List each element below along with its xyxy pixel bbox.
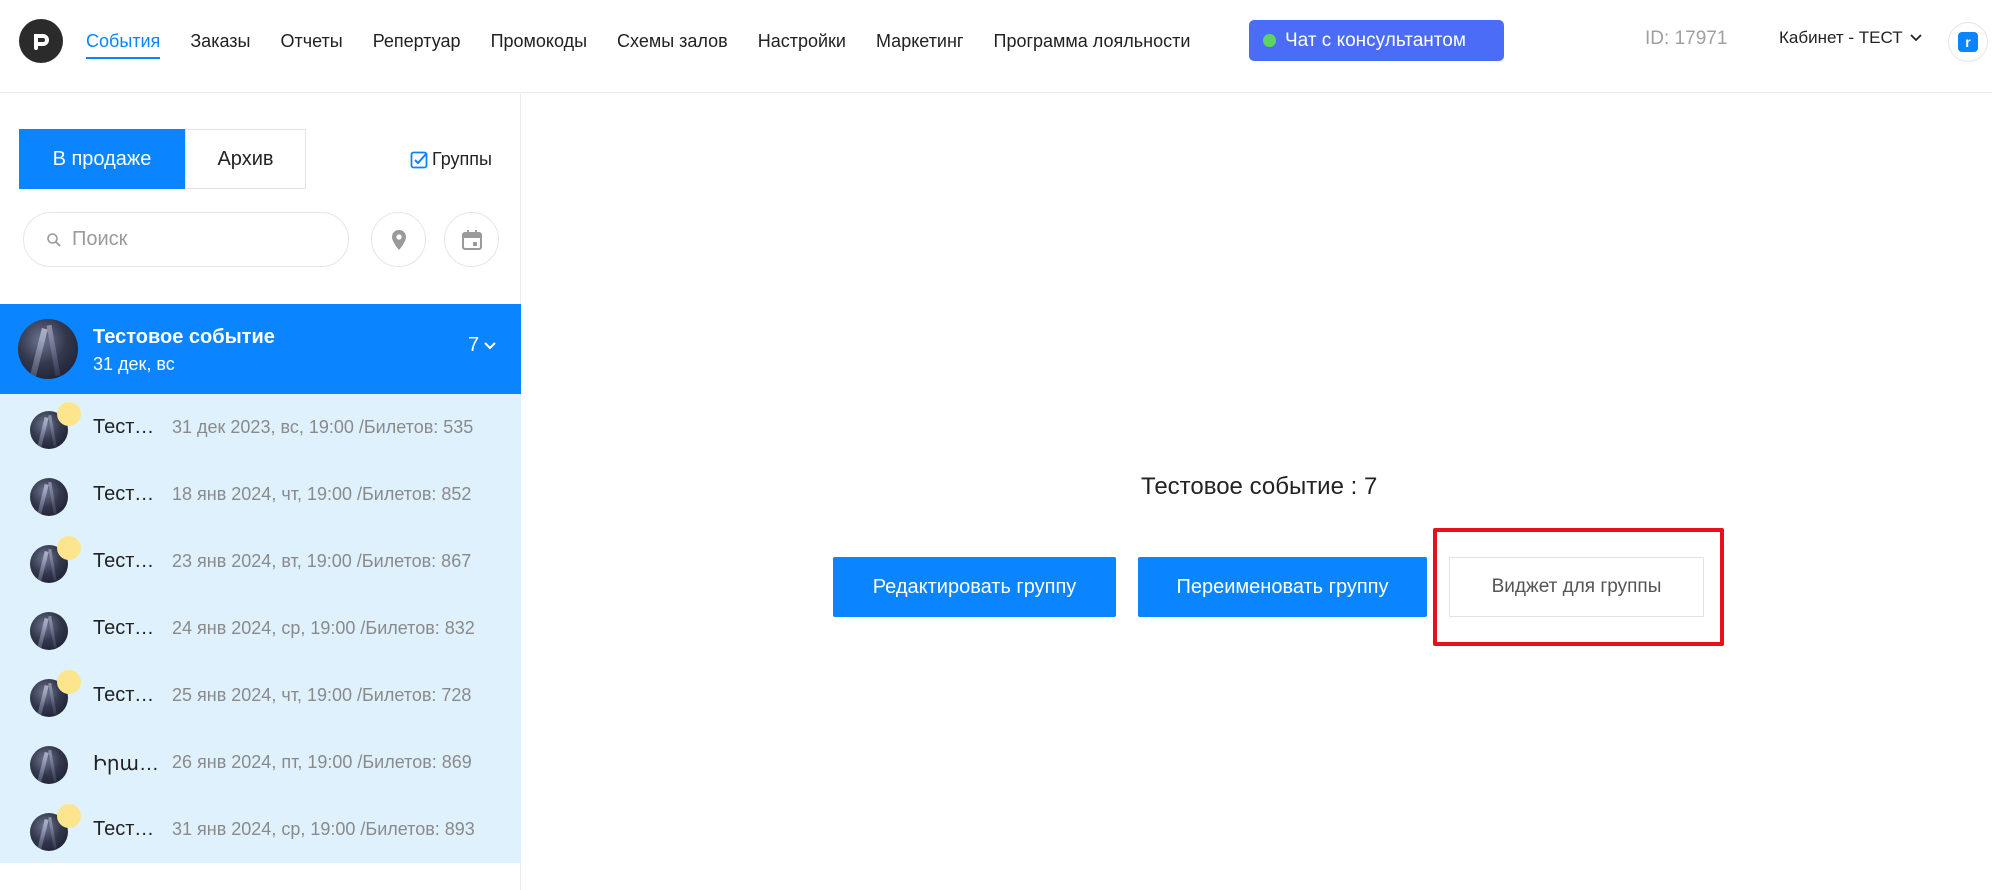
calendar-filter-button[interactable]: [444, 212, 499, 267]
event-avatar: [30, 478, 68, 516]
group-count-toggle[interactable]: 7: [468, 334, 497, 357]
nav-events[interactable]: События: [86, 29, 161, 59]
rename-group-button[interactable]: Переименовать группу: [1138, 557, 1427, 617]
tab-archive[interactable]: Архив: [185, 129, 306, 189]
nav-marketing[interactable]: Маркетинг: [876, 29, 964, 53]
event-name: Իրադարձություն: [93, 753, 165, 775]
chat-button-label: Чат с консультантом: [1285, 29, 1466, 51]
location-pin-icon: [391, 229, 406, 250]
event-name: Тестовое событие: [93, 416, 165, 438]
event-status-dot: [57, 670, 81, 694]
logo-r-icon: [34, 34, 49, 50]
event-row[interactable]: Тестовое событие 31 янв 2024, ср, 19:00 /…: [0, 796, 521, 863]
search-input[interactable]: [72, 228, 322, 251]
group-count: 7: [468, 334, 480, 356]
event-name: Тестовое событие: [93, 550, 165, 572]
event-status-dot: [57, 804, 81, 828]
nav-loyalty[interactable]: Программа лояльности: [994, 29, 1191, 53]
event-row[interactable]: Тестовое событие 25 янв 2024, чт, 19:00 /…: [0, 662, 521, 729]
calendar-icon: [461, 229, 482, 250]
event-info: 26 янв 2024, пт, 19:00 /Билетов: 869: [172, 752, 472, 772]
nav-settings[interactable]: Настройки: [758, 29, 846, 53]
group-heading: Тестовое событие : 7: [1141, 473, 1378, 500]
tab-on-sale[interactable]: В продаже: [19, 129, 185, 189]
search-box: [23, 212, 349, 267]
event-avatar: [30, 612, 68, 650]
online-status-icon: [1263, 34, 1276, 47]
cabinet-dropdown[interactable]: Кабинет - ТЕСТ: [1779, 28, 1923, 48]
checkbox-checked-icon: [410, 151, 428, 168]
group-date: 31 дек, вс: [93, 354, 175, 374]
groups-checkbox[interactable]: Группы: [410, 149, 492, 170]
search-icon: [47, 232, 61, 247]
chevron-down-icon: [1909, 34, 1922, 42]
edit-group-button[interactable]: Редактировать группу: [833, 557, 1116, 617]
event-avatar: [30, 746, 68, 784]
event-row[interactable]: Тестовое событие 23 янв 2024, вт, 19:00 /…: [0, 528, 521, 595]
nav-reports[interactable]: Отчеты: [280, 29, 342, 53]
event-info: 18 янв 2024, чт, 19:00 /Билетов: 852: [172, 484, 472, 504]
event-row[interactable]: Тестовое событие 24 янв 2024, ср, 19:00 /…: [0, 595, 521, 662]
sidebar: В продаже Архив Группы Тестовое соб: [0, 94, 521, 890]
app-switcher-button[interactable]: r: [1948, 22, 1988, 62]
app-switcher-icon: r: [1958, 32, 1978, 52]
event-status-dot: [57, 536, 81, 560]
event-name: Тестовое событие: [93, 818, 165, 840]
event-avatar: [18, 319, 78, 379]
groups-label: Группы: [432, 149, 492, 169]
app-logo[interactable]: [19, 19, 63, 63]
nav-orders[interactable]: Заказы: [190, 29, 250, 53]
chat-consultant-button[interactable]: Чат с консультантом: [1249, 20, 1504, 61]
nav-promocodes[interactable]: Промокоды: [491, 29, 587, 53]
event-list: Тестовое событие 31 дек 2023, вс, 19:00 /…: [0, 394, 521, 863]
event-name: Тестовое событие: [93, 483, 165, 505]
highlight-annotation-box: [1433, 528, 1724, 646]
user-id: ID: 17971: [1645, 28, 1728, 49]
event-info: 23 янв 2024, вт, 19:00 /Билетов: 867: [172, 551, 472, 571]
location-filter-button[interactable]: [371, 212, 426, 267]
nav-repertoire[interactable]: Репертуар: [373, 29, 461, 53]
event-info: 24 янв 2024, ср, 19:00 /Билетов: 832: [172, 618, 475, 638]
top-navbar: События Заказы Отчеты Репертуар Промокод…: [0, 0, 1992, 93]
event-row[interactable]: Тестовое событие 31 дек 2023, вс, 19:00 /…: [0, 394, 521, 461]
event-info: 31 янв 2024, ср, 19:00 /Билетов: 893: [172, 819, 475, 839]
event-name: Тестовое событие: [93, 684, 165, 706]
event-row[interactable]: Тестовое событие 18 янв 2024, чт, 19:00 /…: [0, 461, 521, 528]
group-title: Тестовое событие: [93, 326, 275, 348]
cabinet-label: Кабинет - ТЕСТ: [1779, 28, 1903, 47]
event-info: 31 дек 2023, вс, 19:00 /Билетов: 535: [172, 417, 474, 437]
event-status-dot: [57, 402, 81, 426]
nav-hall-schemes[interactable]: Схемы залов: [617, 29, 728, 53]
chevron-down-icon: [484, 341, 496, 349]
main-nav: События Заказы Отчеты Репертуар Промокод…: [86, 0, 1220, 82]
event-row[interactable]: Իրադարձություն 26 янв 2024, пт, 19:00 /Би…: [0, 729, 521, 796]
event-name: Тестовое событие: [93, 617, 165, 639]
event-info: 25 янв 2024, чт, 19:00 /Билетов: 728: [172, 685, 472, 705]
event-group-header[interactable]: Тестовое событие 31 дек, вс 7: [0, 304, 521, 394]
